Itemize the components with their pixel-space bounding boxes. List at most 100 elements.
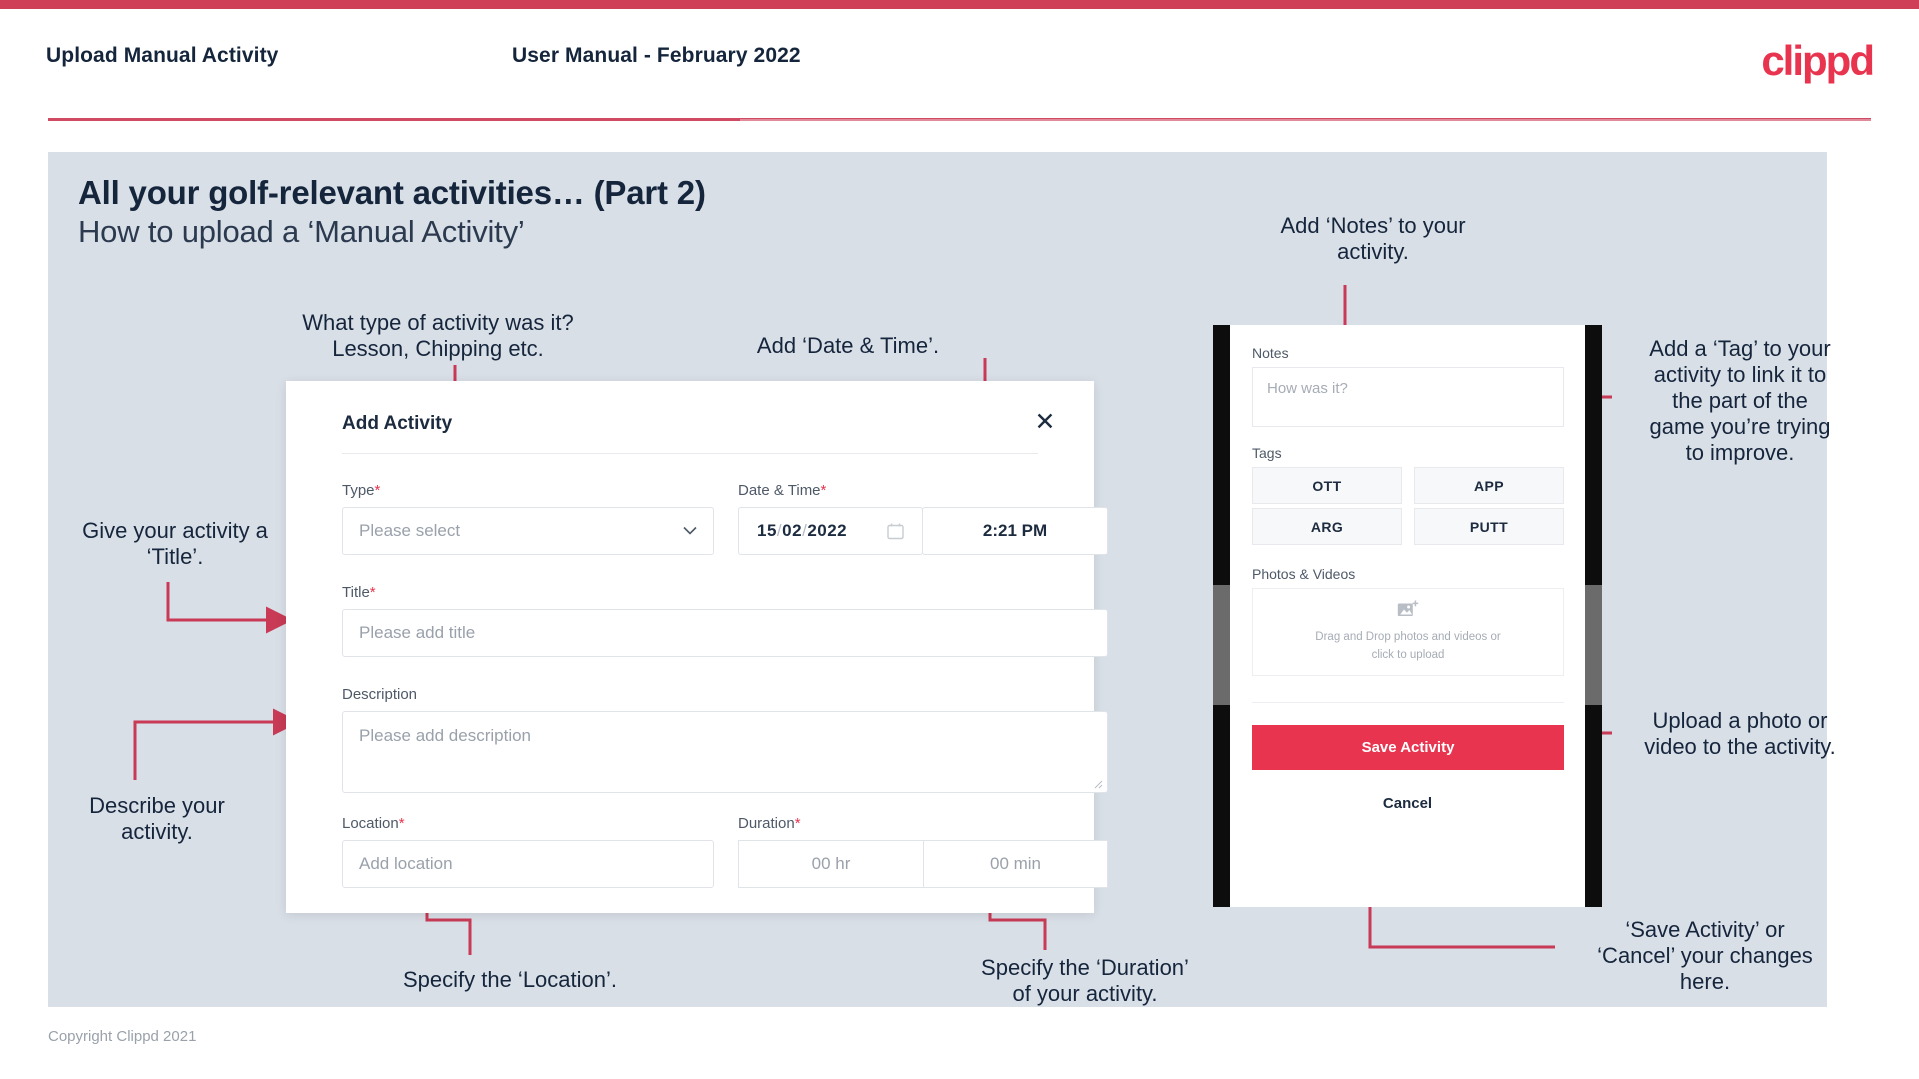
tag-app-label: APP — [1474, 477, 1504, 494]
location-input[interactable]: Add location — [342, 840, 714, 888]
header-center-title: User Manual - February 2022 — [512, 44, 801, 67]
date-value: 15/02/2022 — [757, 521, 848, 540]
annotation-notes-line2: activity. — [1337, 238, 1409, 264]
footer-copyright: Copyright Clippd 2021 — [48, 1028, 197, 1045]
annotation-tags-line5: to improve. — [1685, 439, 1795, 465]
cancel-button[interactable]: Cancel — [1230, 795, 1585, 812]
annotation-title-line2: ‘Title’. — [146, 543, 204, 569]
location-label: Location* — [342, 815, 405, 832]
annotation-type: What type of activity was it? Lesson, Ch… — [288, 310, 588, 362]
duration-minutes-placeholder: 00 min — [989, 854, 1042, 873]
location-required-star: * — [398, 815, 405, 832]
dropzone-line1: Drag and Drop photos and videos or — [1315, 631, 1501, 644]
dialog-divider — [342, 453, 1038, 454]
time-input[interactable]: 2:21 PM — [922, 507, 1108, 555]
tag-ott-label: OTT — [1312, 477, 1342, 494]
slide-title: All your golf-relevant activities… (Part… — [78, 174, 706, 211]
annotation-type-line2: Lesson, Chipping etc. — [332, 335, 544, 361]
description-textarea[interactable]: Please add description — [342, 711, 1108, 793]
type-label: Type* — [342, 482, 380, 499]
notes-label: Notes — [1252, 345, 1289, 361]
duration-label-text: Duration — [738, 815, 795, 832]
datetime-required-star: * — [820, 482, 827, 499]
time-value: 2:21 PM — [982, 521, 1048, 540]
dialog-title: Add Activity — [342, 413, 453, 434]
cancel-label: Cancel — [1382, 795, 1433, 812]
tag-putt-button[interactable]: PUTT — [1414, 508, 1564, 545]
save-activity-button[interactable]: Save Activity — [1252, 725, 1564, 770]
annotation-tags-line2: activity to link it to — [1653, 361, 1827, 387]
calendar-icon[interactable] — [887, 523, 904, 540]
chevron-down-icon — [683, 526, 697, 535]
annotation-type-line1: What type of activity was it? — [302, 310, 574, 335]
phone-divider — [1252, 702, 1564, 703]
annotation-duration-line2: of your activity. — [1012, 980, 1158, 1006]
tag-app-button[interactable]: APP — [1414, 467, 1564, 504]
annotation-upload-line2: video to the activity. — [1644, 733, 1836, 759]
dropzone-text: Drag and Drop photos and videos or click… — [1315, 629, 1500, 664]
annotation-title-line1: Give your activity a — [82, 518, 268, 543]
annotation-tags-line3: the part of the — [1672, 387, 1808, 413]
annotation-tags-line4: game you’re trying — [1649, 413, 1831, 439]
title-label-text: Title — [342, 584, 370, 601]
resize-grip-icon[interactable] — [1093, 779, 1103, 789]
annotation-save-line3: here. — [1679, 968, 1731, 994]
clippd-logo: clippd — [1761, 37, 1875, 84]
tag-ott-button[interactable]: OTT — [1252, 467, 1402, 504]
date-input[interactable]: 15/02/2022 — [738, 507, 923, 555]
annotation-upload: Upload a photo or video to the activity. — [1620, 708, 1860, 760]
annotation-notes: Add ‘Notes’ to your activity. — [1228, 213, 1518, 265]
notes-placeholder: How was it? — [1267, 380, 1348, 397]
datetime-label: Date & Time* — [738, 482, 826, 499]
tag-arg-label: ARG — [1310, 518, 1344, 535]
annotation-save-cancel: ‘Save Activity’ or ‘Cancel’ your changes… — [1560, 917, 1850, 995]
add-activity-dialog: Add Activity ✕ Type* Please select Date … — [286, 381, 1108, 913]
annotation-datetime: Add ‘Date & Time’. — [756, 333, 940, 358]
annotation-description: Describe your activity. — [42, 793, 272, 845]
phone-mockup: Notes How was it? Tags OTT APP ARG PUTT … — [1213, 325, 1602, 907]
add-image-icon — [1397, 600, 1419, 617]
close-icon[interactable]: ✕ — [1030, 407, 1060, 437]
location-input-placeholder: Add location — [359, 854, 453, 873]
type-select[interactable]: Please select — [342, 507, 714, 555]
duration-hours-placeholder: 00 hr — [811, 854, 851, 873]
brand-top-bar — [0, 0, 1919, 9]
description-label-text: Description — [342, 686, 418, 703]
description-placeholder: Please add description — [359, 726, 532, 745]
annotation-save-line2: ‘Cancel’ your changes — [1597, 942, 1813, 968]
tag-arg-button[interactable]: ARG — [1252, 508, 1402, 545]
photos-videos-label: Photos & Videos — [1252, 566, 1356, 582]
tag-putt-label: PUTT — [1469, 518, 1509, 535]
duration-hours-input[interactable]: 00 hr — [738, 840, 924, 888]
annotation-duration: Specify the ‘Duration’ of your activity. — [940, 955, 1230, 1007]
location-label-text: Location — [342, 815, 399, 832]
photo-video-dropzone[interactable]: Drag and Drop photos and videos or click… — [1252, 588, 1564, 676]
header-left-title: Upload Manual Activity — [46, 44, 279, 67]
title-input-placeholder: Please add title — [359, 623, 476, 642]
duration-required-star: * — [794, 815, 801, 832]
header-divider-light — [740, 119, 1871, 121]
type-required-star: * — [374, 482, 381, 499]
notes-textarea[interactable]: How was it? — [1252, 367, 1564, 427]
annotation-title: Give your activity a ‘Title’. — [40, 518, 310, 570]
title-label: Title* — [342, 584, 376, 601]
tags-label: Tags — [1252, 445, 1282, 461]
type-label-text: Type — [342, 482, 375, 499]
title-required-star: * — [369, 584, 376, 601]
annotation-tags: Add a ‘Tag’ to your activity to link it … — [1620, 336, 1860, 466]
title-input[interactable]: Please add title — [342, 609, 1108, 657]
slide-page: Upload Manual Activity User Manual - Feb… — [0, 0, 1919, 1079]
phone-screen: Notes How was it? Tags OTT APP ARG PUTT … — [1230, 325, 1585, 907]
phone-volume-button — [1213, 585, 1230, 705]
duration-minutes-input[interactable]: 00 min — [923, 840, 1108, 888]
save-activity-label: Save Activity — [1361, 739, 1455, 756]
annotation-duration-line1: Specify the ‘Duration’ — [981, 955, 1189, 980]
phone-power-button — [1585, 585, 1602, 705]
annotation-tags-line1: Add a ‘Tag’ to your — [1649, 336, 1831, 361]
annotation-upload-line1: Upload a photo or — [1652, 708, 1828, 733]
annotation-description-line2: activity. — [121, 818, 193, 844]
type-select-placeholder: Please select — [359, 521, 461, 540]
description-label: Description — [342, 686, 417, 703]
annotation-save-line1: ‘Save Activity’ or — [1625, 917, 1785, 942]
slide-subtitle: How to upload a ‘Manual Activity’ — [78, 214, 525, 249]
